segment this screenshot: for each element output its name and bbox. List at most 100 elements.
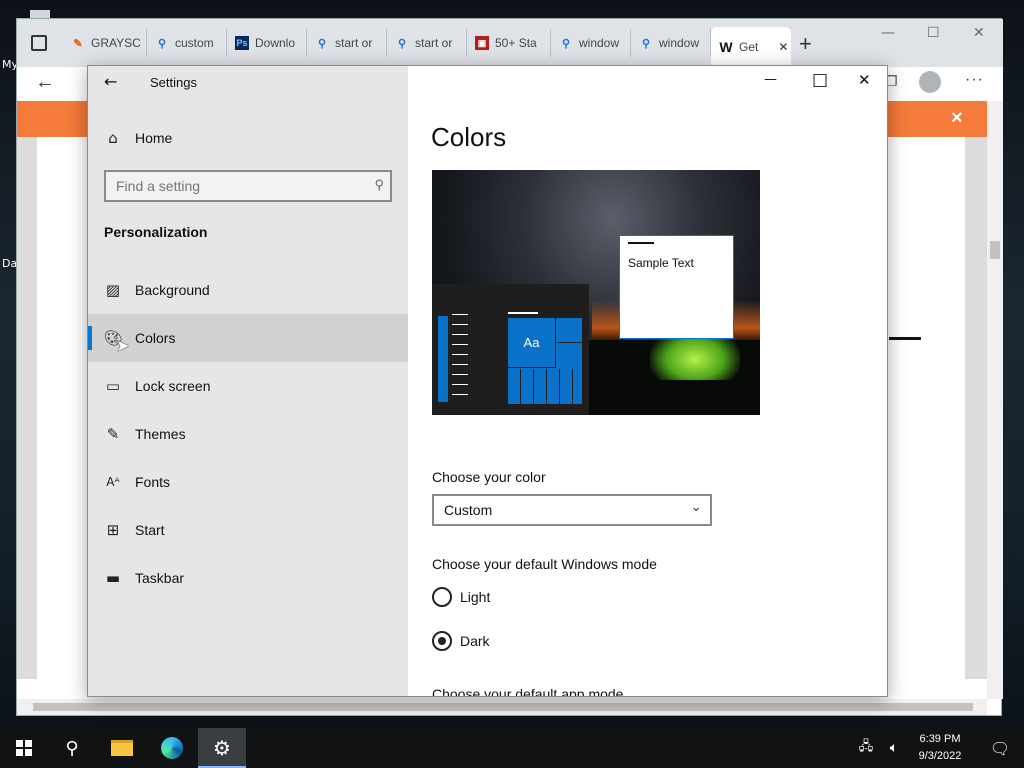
- tab-label: Downlo: [255, 36, 296, 50]
- nav-themes[interactable]: ✎ Themes: [88, 410, 408, 458]
- banner-close-icon[interactable]: ×: [951, 107, 963, 130]
- picture-icon: ▨: [105, 281, 121, 299]
- nav-fonts[interactable]: Aᴬ Fonts: [88, 458, 408, 506]
- tab-50-start[interactable]: ▣ 50+ Sta: [467, 29, 551, 57]
- preview-tiles: Aa: [508, 318, 582, 404]
- lock-screen-icon: ▭: [105, 377, 121, 395]
- back-arrow-icon[interactable]: ←: [35, 71, 55, 94]
- radio-light[interactable]: Light: [432, 587, 552, 609]
- tab-start-orb-2[interactable]: ⚲ start or: [387, 29, 467, 57]
- section-heading: Personalization: [104, 224, 208, 240]
- scroll-thumb[interactable]: [990, 241, 1000, 259]
- choose-color-label: Choose your color: [432, 469, 546, 485]
- edge-browser-icon[interactable]: [148, 728, 196, 768]
- tab-graysc[interactable]: ✎ GRAYSC: [63, 29, 147, 57]
- horizontal-scrollbar[interactable]: [17, 699, 987, 715]
- preview-tile-text: Aa: [508, 318, 556, 368]
- clock[interactable]: 6:39 PM 9/3/2022: [910, 731, 970, 765]
- dropdown-value: Custom: [444, 502, 493, 518]
- windows-mode-label: Choose your default Windows mode: [432, 556, 657, 572]
- search-icon: ⚲: [317, 37, 327, 50]
- feather-icon: ✎: [73, 37, 83, 50]
- settings-search[interactable]: ⚲: [104, 170, 392, 202]
- search-input[interactable]: [106, 172, 390, 200]
- theme-preview: Aa Sample Text: [432, 170, 760, 415]
- color-dropdown[interactable]: Custom ⌄: [432, 494, 712, 526]
- tab-actions-icon[interactable]: [31, 35, 47, 51]
- search-icon: ⚲: [157, 37, 167, 50]
- tab-label: start or: [335, 36, 373, 50]
- home-icon: ⌂: [108, 129, 118, 147]
- tab-custom[interactable]: ⚲ custom: [147, 29, 227, 57]
- windows-start-icon[interactable]: [0, 728, 48, 768]
- preview-sample-text: Sample Text: [628, 256, 694, 270]
- settings-window: ← Settings ⌂ Home ⚲ Personalization ▨ Ba…: [87, 65, 888, 697]
- nav-colors[interactable]: 🎨︎ Colors ➤: [88, 314, 408, 362]
- wikihow-icon: W: [719, 39, 733, 55]
- preview-accent-bar: [438, 316, 448, 402]
- preview-tile: [557, 318, 582, 343]
- preview-tile-row: [508, 369, 582, 404]
- window-title: Settings: [150, 75, 197, 90]
- desktop-icon-label-2: Da: [2, 257, 18, 270]
- close-tab-icon[interactable]: ✕: [778, 40, 788, 54]
- radio-dark[interactable]: Dark: [432, 631, 552, 653]
- mouse-cursor-icon: ➤: [116, 338, 130, 355]
- nav-background[interactable]: ▨ Background: [88, 266, 408, 314]
- nav-label: Colors: [135, 330, 176, 346]
- notifications-icon[interactable]: 🗨︎: [976, 728, 1024, 768]
- fonts-icon: Aᴬ: [106, 475, 120, 489]
- tab-start-orb-1[interactable]: ⚲ start or: [307, 29, 387, 57]
- preview-window-title-line: [628, 242, 654, 244]
- maximize-button[interactable]: □: [812, 70, 828, 90]
- nav-lock-screen[interactable]: ▭ Lock screen: [88, 362, 408, 410]
- settings-sidebar: ← Settings ⌂ Home ⚲ Personalization ▨ Ba…: [88, 66, 408, 696]
- radio-dark-label: Dark: [460, 633, 490, 649]
- nav-home-label: Home: [135, 130, 173, 146]
- tab-label: start or: [415, 36, 453, 50]
- nav-label: Background: [135, 282, 210, 298]
- tab-get-active[interactable]: W Get ✕: [711, 27, 791, 67]
- tab-windows-1[interactable]: ⚲ window: [551, 29, 631, 57]
- tab-bar: ✎ GRAYSC ⚲ custom Ps Downlo ⚲ start or ⚲…: [17, 19, 1003, 67]
- minimize-button[interactable]: —: [764, 72, 777, 87]
- nav-start[interactable]: ⊞ Start: [88, 506, 408, 554]
- profile-avatar[interactable]: [919, 71, 941, 93]
- browser-minimize-button[interactable]: —: [881, 25, 895, 41]
- tab-windows-2[interactable]: ⚲ window: [631, 29, 711, 57]
- nav-label: Fonts: [135, 474, 171, 490]
- taskbar-icon: ▬: [105, 569, 121, 587]
- browser-close-button[interactable]: ✕: [973, 25, 985, 41]
- search-icon: ⚲: [374, 177, 384, 192]
- radio-dark-circle[interactable]: [432, 631, 452, 651]
- preview-list-lines: [452, 314, 468, 404]
- search-icon[interactable]: ⚲: [48, 728, 96, 768]
- tab-label: window: [579, 36, 620, 50]
- search-icon: ⚲: [397, 37, 407, 50]
- radio-light-circle[interactable]: [432, 587, 452, 607]
- nav-home[interactable]: ⌂ Home: [88, 114, 408, 162]
- start-icon: ⊞: [106, 521, 120, 539]
- search-icon: ⚲: [561, 37, 571, 50]
- new-tab-button[interactable]: +: [799, 31, 812, 57]
- search-icon: ⚲: [641, 37, 651, 50]
- back-arrow-icon[interactable]: ←: [104, 72, 117, 91]
- volume-icon[interactable]: 🔈︎: [880, 728, 908, 768]
- nav-taskbar[interactable]: ▬ Taskbar: [88, 554, 408, 602]
- taskbar: ⚲ ⚙ 🖧︎ 🔈︎ 6:39 PM 9/3/2022 🗨︎: [0, 728, 1024, 768]
- close-button[interactable]: ✕: [858, 71, 871, 89]
- tab-download[interactable]: Ps Downlo: [227, 29, 307, 57]
- tab-label: Get: [739, 40, 759, 54]
- browser-maximize-button[interactable]: ☐: [927, 25, 940, 41]
- settings-gear-icon[interactable]: ⚙: [198, 728, 246, 768]
- site-icon: ▣: [475, 36, 489, 50]
- nav-label: Start: [135, 522, 165, 538]
- hscroll-thumb[interactable]: [33, 703, 973, 711]
- network-icon[interactable]: 🖧︎: [852, 728, 880, 768]
- tab-label: window: [659, 36, 700, 50]
- vertical-scrollbar[interactable]: [987, 101, 1003, 699]
- preview-start-menu: Aa: [432, 284, 589, 415]
- clock-time: 6:39 PM: [919, 733, 961, 745]
- more-menu-icon[interactable]: ···: [965, 71, 984, 89]
- file-explorer-icon[interactable]: [98, 728, 146, 768]
